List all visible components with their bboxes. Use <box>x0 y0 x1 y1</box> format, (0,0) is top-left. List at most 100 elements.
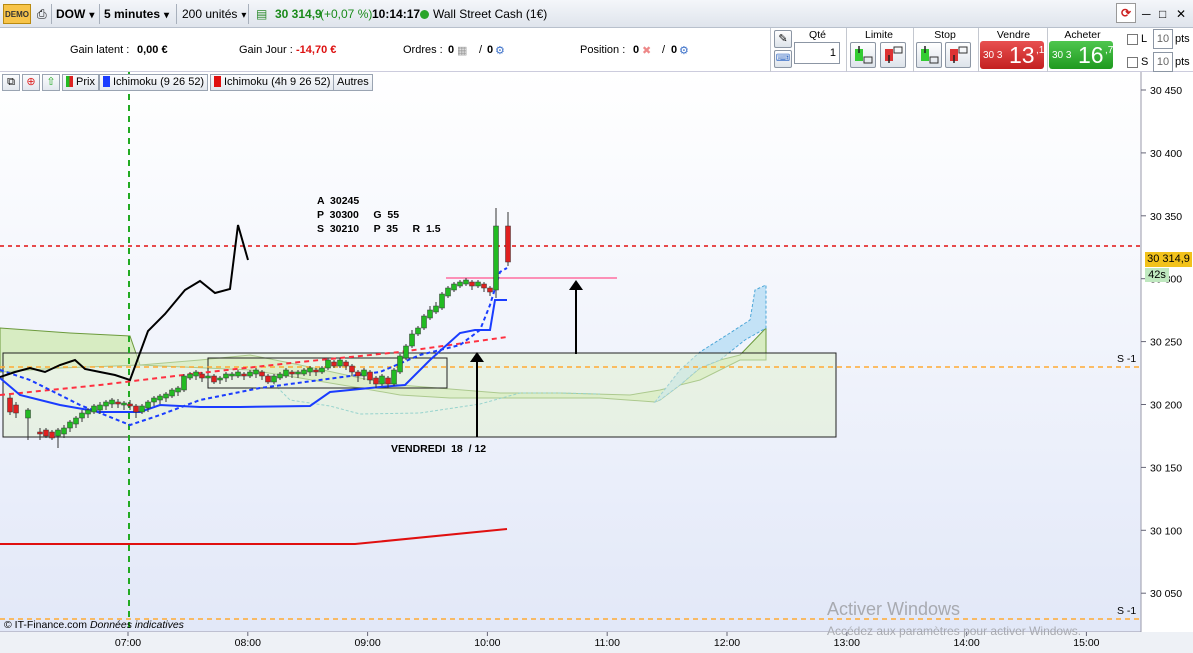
limit-label: Limite <box>864 29 893 41</box>
sell-button[interactable]: 30 3 13 ,1 <box>980 41 1044 69</box>
candle-body <box>139 405 145 413</box>
market-open-icon <box>420 10 429 19</box>
candle-body <box>451 283 457 291</box>
print-icon[interactable]: ⎙ <box>37 3 47 25</box>
buy-price-sup: ,7 <box>1105 45 1114 56</box>
stop-checkbox-label: S <box>1141 56 1149 68</box>
candle-body <box>13 404 19 414</box>
candle-body <box>295 371 301 375</box>
position-close-icon[interactable]: ✖ <box>642 44 651 57</box>
candle-body <box>61 427 67 435</box>
limit-checkbox-label: L <box>1141 33 1148 45</box>
units-select[interactable]: 200 unités <box>182 3 246 25</box>
instrument-select[interactable]: DOW <box>56 3 94 25</box>
plot-background <box>0 72 1141 632</box>
candle-body <box>427 309 433 319</box>
candle-body <box>301 369 307 375</box>
limit-points-input[interactable]: 10 <box>1153 29 1173 49</box>
candle-body <box>229 373 235 377</box>
candle-body <box>403 345 409 359</box>
chart-add-icon[interactable]: ⊕ <box>22 74 40 91</box>
candle-body <box>379 375 385 385</box>
candle-body <box>211 375 217 383</box>
candle-body <box>289 371 295 375</box>
candle-body <box>163 393 169 399</box>
annotation-line-2: P 30300 G 55 <box>317 209 399 221</box>
candle-body <box>67 421 73 429</box>
candle-body <box>25 409 31 419</box>
tab-ichimoku-1[interactable]: Ichimoku (9 26 52) <box>99 74 209 91</box>
candle-body <box>43 429 49 437</box>
orders-list-icon[interactable]: ▦ <box>457 44 467 57</box>
chart-window-icon[interactable]: ⧉ <box>2 74 20 91</box>
candle-body <box>7 397 13 413</box>
last-quote: 30 314,9 <box>275 7 322 21</box>
market-time: 10:14:17 <box>372 7 421 21</box>
stop-points-input[interactable]: 10 <box>1153 52 1173 72</box>
keyboard-icon[interactable]: ⌨ <box>774 50 792 68</box>
demo-badge: DEMO <box>3 4 31 24</box>
candle-body <box>55 429 61 437</box>
y-tick-label: 30 050 <box>1150 588 1182 600</box>
tab-ichimoku-1-label: Ichimoku (9 26 52) <box>113 76 205 88</box>
quantity-input[interactable]: 1 <box>794 42 840 64</box>
x-tick-label: 13:00 <box>834 637 860 649</box>
position-count-b: 0 <box>671 44 678 56</box>
candle-body <box>421 315 427 329</box>
candle-body <box>313 369 319 373</box>
candle-body <box>187 373 193 379</box>
y-tick-label: 30 450 <box>1150 85 1182 97</box>
candle-body <box>199 373 205 379</box>
tab-autres[interactable]: Autres <box>333 74 373 91</box>
position-sep: / <box>662 44 666 56</box>
close-icon[interactable]: ✕ <box>1176 3 1186 25</box>
x-tick-label: 12:00 <box>714 637 740 649</box>
candle-body <box>463 279 469 285</box>
candle-body <box>349 365 355 373</box>
candle-body <box>481 283 487 289</box>
candle-body <box>223 373 229 379</box>
limit-buy-button[interactable] <box>850 42 876 68</box>
buy-price-big: 16 <box>1078 42 1104 68</box>
candle-body <box>457 281 463 287</box>
orders-count-a: 0 <box>448 44 455 56</box>
market-name: Wall Street Cash (1€) <box>420 3 547 25</box>
sell-price-sup: ,1 <box>1036 45 1045 56</box>
price-chart[interactable]: 30 45030 40030 35030 30030 25030 20030 1… <box>0 72 1193 653</box>
refresh-icon[interactable]: ⟳ <box>1116 3 1136 23</box>
tab-ichimoku-2[interactable]: Ichimoku (4h 9 26 52) <box>210 74 335 91</box>
buy-label: Acheter <box>1064 29 1101 41</box>
orders-label: Ordres : <box>403 44 443 56</box>
candle-body <box>265 375 271 383</box>
latent-gain-value: 0,00 € <box>137 44 168 56</box>
candle-body <box>103 401 109 407</box>
stop-sell-button[interactable] <box>945 42 971 68</box>
stop-checkbox[interactable] <box>1127 57 1138 68</box>
candle-body <box>205 375 211 379</box>
candle-body <box>343 361 349 367</box>
chart-up-icon[interactable]: ⇧ <box>42 74 60 91</box>
buy-price-prefix: 30 3 <box>1052 50 1072 61</box>
tab-prix[interactable]: Prix <box>62 74 99 91</box>
candle-body <box>469 281 475 287</box>
timeframe-select[interactable]: 5 minutes <box>104 3 169 25</box>
position-label: Position : <box>580 44 626 56</box>
x-tick-label: 15:00 <box>1073 637 1099 649</box>
candle-body <box>367 371 373 381</box>
minimize-icon[interactable]: ─ <box>1142 3 1151 25</box>
buy-button[interactable]: 30 3 16 ,7 <box>1049 41 1113 69</box>
limit-sell-button[interactable] <box>880 42 906 68</box>
orders-gear-icon[interactable]: ⚙ <box>495 44 505 57</box>
candle-body <box>169 389 175 397</box>
maximize-icon[interactable]: □ <box>1159 3 1166 25</box>
limit-checkbox[interactable] <box>1127 34 1138 45</box>
candle-body <box>487 287 493 293</box>
x-tick-label: 08:00 <box>235 637 261 649</box>
source-label: © IT-Finance.com <box>4 619 88 631</box>
stop-buy-button[interactable] <box>916 42 942 68</box>
support-zone-box <box>2 352 837 438</box>
candle-body <box>397 355 403 373</box>
position-gear-icon[interactable]: ⚙ <box>679 44 689 57</box>
candle-body <box>193 371 199 377</box>
candle-body <box>73 417 79 425</box>
